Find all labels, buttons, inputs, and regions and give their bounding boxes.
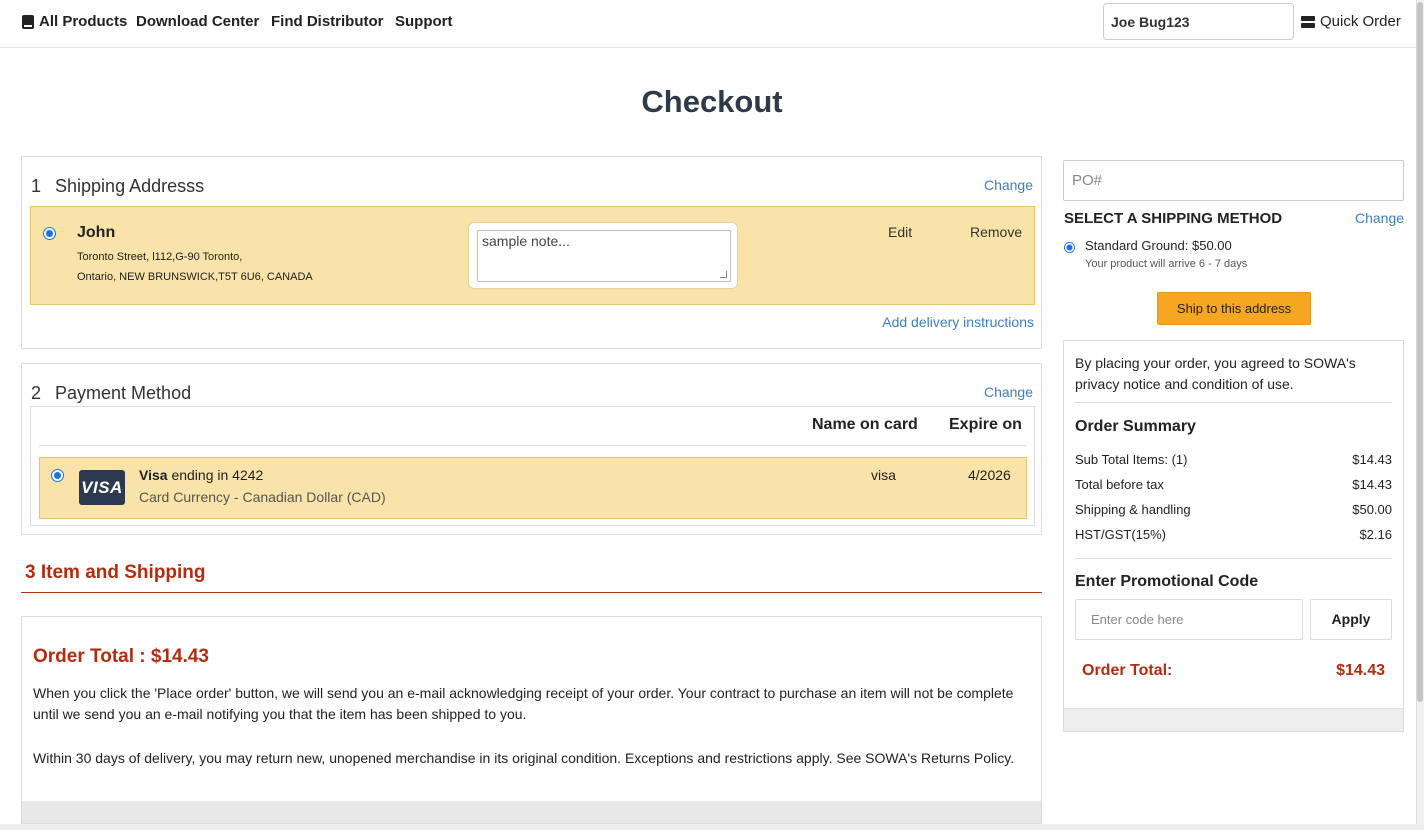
standard-ground-option: Standard Ground: $50.00 xyxy=(1085,238,1232,253)
address-row[interactable]: John Toronto Street, l112,G-90 Toronto, … xyxy=(30,206,1035,305)
shipping-method-change-link[interactable]: Change xyxy=(1355,210,1404,226)
quick-order-label: Quick Order xyxy=(1320,13,1401,30)
shipping-section-title: Shipping Addresss xyxy=(55,176,205,196)
address-line-2: Ontario, NEW BRUNSWICK,T5T 6U6, CANADA xyxy=(77,271,313,283)
returns-policy-text: Within 30 days of delivery, you may retu… xyxy=(33,750,1015,766)
name-on-card-value: visa xyxy=(871,467,896,483)
section-divider xyxy=(21,592,1042,593)
payment-table: Name on card Expire on VISA Visa ending … xyxy=(30,406,1035,526)
items-section-heading: 3 Item and Shipping xyxy=(25,562,206,584)
order-total-panel: Order Total : $14.43 When you click the … xyxy=(21,616,1042,824)
summary-label: Total before tax xyxy=(1075,477,1164,492)
summary-row-shipping: Shipping & handling $50.00 xyxy=(1075,502,1392,517)
standard-ground-price: $50.00 xyxy=(1191,238,1232,253)
name-on-card-header: Name on card xyxy=(812,416,918,433)
card-row[interactable]: VISA Visa ending in 4242 Card Currency -… xyxy=(39,457,1027,519)
order-summary-panel: By placing your order, you agreed to SOW… xyxy=(1063,340,1404,732)
card-brand: Visa xyxy=(139,467,168,483)
items-section-title: Item and Shipping xyxy=(40,562,206,583)
expire-on-header: Expire on xyxy=(949,416,1022,433)
promo-code-title: Enter Promotional Code xyxy=(1075,573,1259,590)
po-number-input[interactable]: PO# xyxy=(1063,160,1404,201)
user-account-field[interactable]: Joe Bug123 xyxy=(1103,3,1294,40)
shipping-method-title: SELECT A SHIPPING METHOD xyxy=(1064,210,1283,227)
panel-footer xyxy=(22,801,1041,823)
card-radio[interactable] xyxy=(51,469,64,482)
nav-download-center[interactable]: Download Center xyxy=(136,13,259,30)
summary-row-before-tax: Total before tax $14.43 xyxy=(1075,477,1392,492)
page-title: Checkout xyxy=(641,84,783,119)
summary-label: HST/GST(15%) xyxy=(1075,527,1167,542)
quick-order-link[interactable]: Quick Order xyxy=(1301,13,1401,30)
payment-section-heading: 2 Payment Method xyxy=(31,383,191,404)
summary-value: $14.43 xyxy=(1352,452,1392,467)
payment-section-number: 2 xyxy=(31,383,42,403)
divider xyxy=(1075,558,1392,559)
promo-code-input[interactable]: Enter code here xyxy=(1075,599,1303,640)
shipping-address-panel: 1 Shipping Addresss Change John Toronto S… xyxy=(21,156,1042,349)
note-container: sample note... xyxy=(468,222,738,289)
nav-all-products-label: All Products xyxy=(39,13,128,30)
summary-row-tax: HST/GST(15%) $2.16 xyxy=(1075,527,1392,542)
visa-logo-icon: VISA xyxy=(79,470,125,505)
expire-value: 4/2026 xyxy=(968,467,1011,483)
shipping-section-number: 1 xyxy=(31,176,42,196)
remove-address-link[interactable]: Remove xyxy=(970,224,1022,240)
card-title: Visa ending in 4242 xyxy=(139,467,263,483)
summary-value: $14.43 xyxy=(1352,477,1392,492)
divider xyxy=(1075,402,1392,403)
address-radio[interactable] xyxy=(43,227,56,240)
panel-footer xyxy=(1064,708,1403,731)
add-delivery-instructions-link[interactable]: Add delivery instructions xyxy=(882,314,1034,330)
order-summary-title: Order Summary xyxy=(1075,418,1196,435)
page-scrollbar[interactable] xyxy=(1416,0,1424,830)
summary-label: Sub Total Items: (1) xyxy=(1075,452,1188,467)
standard-ground-label: Standard Ground: xyxy=(1085,238,1189,253)
order-confirmation-text: When you click the 'Place order' button,… xyxy=(33,685,1014,722)
summary-value: $2.16 xyxy=(1359,527,1392,542)
payment-change-link[interactable]: Change xyxy=(984,384,1033,400)
payment-section-title: Payment Method xyxy=(55,383,192,403)
summary-row-subtotal: Sub Total Items: (1) $14.43 xyxy=(1075,452,1392,467)
address-name: John xyxy=(77,224,116,241)
server-icon xyxy=(1301,15,1315,28)
card-ending: ending in 4242 xyxy=(171,467,264,483)
shipping-change-link[interactable]: Change xyxy=(984,177,1033,193)
agreement-text: By placing your order, you agreed to SOW… xyxy=(1075,355,1356,392)
edit-address-link[interactable]: Edit xyxy=(888,224,912,240)
order-total-heading: Order Total : $14.43 xyxy=(33,646,209,667)
standard-ground-radio[interactable] xyxy=(1063,241,1076,254)
summary-label: Shipping & handling xyxy=(1075,502,1191,517)
top-nav: All Products Download Center Find Distri… xyxy=(0,0,1416,48)
address-line-1: Toronto Street, l112,G-90 Toronto, xyxy=(77,251,243,263)
divider xyxy=(39,445,1026,446)
nav-find-distributor[interactable]: Find Distributor xyxy=(271,13,384,30)
order-total-label: Order Total: xyxy=(1082,662,1173,679)
card-currency: Card Currency - Canadian Dollar (CAD) xyxy=(139,489,386,505)
arrival-estimate: Your product will arrive 6 - 7 days xyxy=(1085,258,1248,270)
shipping-section-heading: 1 Shipping Addresss xyxy=(31,176,204,197)
ship-to-address-button[interactable]: Ship to this address xyxy=(1157,292,1311,325)
book-icon xyxy=(22,14,34,29)
order-total-value: $14.43 xyxy=(1336,662,1385,679)
resize-grip-icon[interactable] xyxy=(720,271,727,278)
summary-value: $50.00 xyxy=(1352,502,1392,517)
payment-method-panel: 2 Payment Method Change Name on card Expi… xyxy=(21,363,1042,535)
items-section-number: 3 xyxy=(25,562,36,583)
bottom-strip xyxy=(0,824,1424,830)
nav-all-products[interactable]: All Products xyxy=(22,13,127,30)
nav-support[interactable]: Support xyxy=(395,13,453,30)
apply-promo-button[interactable]: Apply xyxy=(1310,599,1392,640)
delivery-note-textarea[interactable]: sample note... xyxy=(477,230,731,282)
